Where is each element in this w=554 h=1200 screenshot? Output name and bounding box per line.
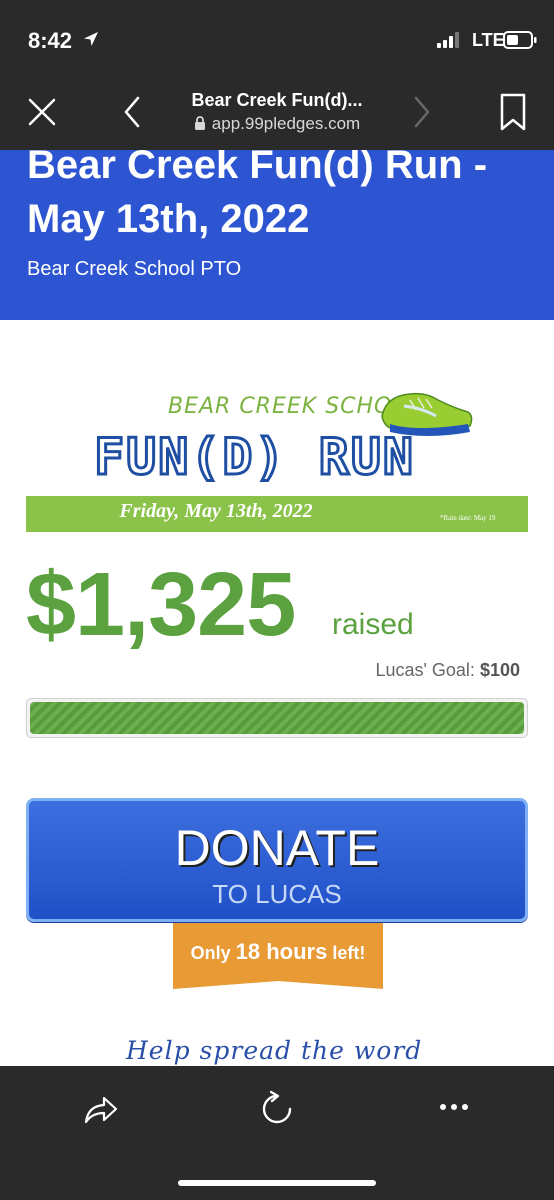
countdown-ribbon: Only 18 hours left!	[173, 923, 383, 991]
event-title: Bear Creek Fun(d) Run - May 13th, 2022	[27, 150, 488, 241]
amount-raised: $1,325	[26, 555, 296, 655]
logo-rain-date: *Rain date: May 19	[440, 514, 496, 522]
logo-date-text: Friday, May 13th, 2022	[119, 500, 313, 522]
status-time: 8:42	[28, 28, 73, 53]
url-text: app.99pledges.com	[211, 114, 361, 133]
back-icon[interactable]	[118, 94, 148, 130]
goal-value: $100	[479, 660, 520, 680]
url-label[interactable]: app.99pledges.com	[150, 114, 404, 135]
lock-icon	[194, 115, 206, 135]
logo-event-text: FUN(D) RUN	[92, 427, 416, 488]
logo-date-band: Friday, May 13th, 2022 *Rain date: May 1…	[26, 496, 528, 532]
bookmark-icon[interactable]	[496, 92, 530, 132]
progress-bar	[26, 698, 528, 738]
donate-button[interactable]: DONATE TO LUCAS	[26, 798, 528, 922]
close-icon[interactable]	[24, 94, 60, 130]
browser-bar: Bear Creek Fun(d)... app.99pledges.com	[0, 80, 554, 150]
page-title: Bear Creek Fun(d)...	[191, 90, 363, 110]
donate-sub-label: TO LUCAS	[212, 879, 342, 909]
countdown-text: Only 18 hours left!	[173, 939, 383, 965]
help-spread-heading: Help spread the word	[126, 1036, 423, 1065]
network-label: LTE	[472, 30, 505, 50]
progress-fill	[30, 702, 524, 734]
home-indicator	[178, 1180, 376, 1186]
raised-label: raised	[332, 608, 414, 641]
goal-text: Lucas' Goal: $100	[375, 660, 520, 681]
status-bar: 8:42 LTE	[0, 0, 554, 80]
reload-icon[interactable]	[258, 1090, 296, 1128]
location-arrow-icon	[82, 30, 100, 53]
battery-icon	[503, 31, 537, 54]
countdown-suffix: left!	[332, 943, 366, 963]
more-icon[interactable]	[438, 1100, 470, 1114]
signal-icon	[437, 32, 465, 53]
goal-label: Lucas' Goal:	[375, 660, 475, 680]
event-logo: BEAR CREEK SCHOOL FUN(D) RUN Friday, May…	[26, 386, 528, 536]
countdown-prefix: Only	[190, 943, 231, 963]
organization-name: Bear Creek School PTO	[27, 258, 242, 280]
browser-toolbar	[0, 1066, 554, 1200]
hero-banner: Bear Creek Fun(d) Run - May 13th, 2022 B…	[0, 150, 554, 320]
forward-icon[interactable]	[406, 94, 436, 130]
donate-label: DONATE	[174, 820, 380, 876]
share-icon[interactable]	[82, 1092, 118, 1128]
countdown-hours: 18 hours	[235, 939, 328, 964]
